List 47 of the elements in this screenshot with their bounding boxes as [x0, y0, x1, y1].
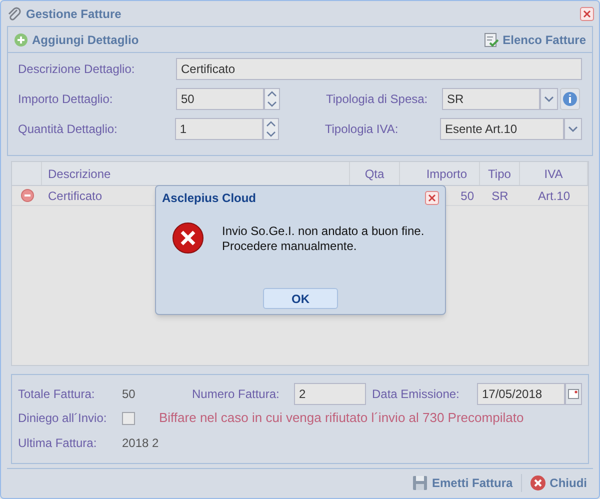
field-label: Numero Fattura: [192, 386, 280, 403]
field-label: Data Emissione: [372, 386, 460, 403]
error-icon [172, 222, 204, 254]
info-icon [560, 88, 580, 110]
close-icon [425, 191, 439, 205]
field-label: Tipologia IVA: [324, 121, 400, 138]
calendar-icon [565, 383, 582, 405]
spinner-arrows-icon [262, 118, 279, 140]
close-icon [580, 6, 594, 20]
invoice-list-button[interactable]: Elenco Fatture [482, 30, 586, 48]
field-label: Importo Dettaglio: [18, 91, 114, 108]
checkbox[interactable] [122, 412, 135, 424]
plus-circle-icon [14, 32, 28, 46]
dialog-title: Asclepius Cloud [162, 190, 256, 207]
table-cell-text: SR [490, 188, 510, 204]
table-cell-text: 50 [460, 188, 474, 204]
field-label: Descrizione Dettaglio: [18, 61, 136, 78]
field-label: Quantità Dettaglio: [18, 121, 118, 138]
close-button[interactable]: Chiudi [520, 474, 587, 492]
field-label: Ultima Fattura: [18, 435, 98, 452]
note-text: Biffare nel caso in cui venga rifiutato l´invio al 730 Precompilato [159, 409, 524, 428]
add-detail-button[interactable]: Aggiungi Dettaglio [14, 30, 139, 48]
close-circle-icon [530, 475, 546, 491]
last-invoice-value: 2018 2 [122, 435, 159, 452]
issue-invoice-button[interactable]: Emetti Fattura [412, 474, 513, 492]
field-label: Diniego all´Invio: [18, 410, 108, 427]
total-value: 50 [122, 386, 136, 403]
expense-type-dropdown[interactable]: SR [442, 88, 540, 110]
invoice-number-field[interactable]: 2 [294, 383, 366, 405]
table-cell-text: Art.10 [536, 188, 571, 204]
vat-type-dropdown[interactable]: Esente Art.10 [440, 118, 564, 140]
minus-circle-icon [20, 189, 34, 202]
table-cell: Certificato [48, 188, 102, 202]
column-header[interactable]: IVA [520, 162, 588, 185]
paperclip-icon [6, 6, 22, 22]
description-field[interactable]: Certificato [176, 58, 582, 80]
amount-field[interactable]: 50 [176, 88, 264, 110]
spinner-arrows-icon [264, 88, 280, 110]
column-header[interactable]: Tipo [480, 162, 520, 185]
quantity-field[interactable]: 1 [174, 118, 263, 140]
field-label: Tipologia di Spesa: [326, 91, 429, 108]
date-field[interactable]: 17/05/2018 [477, 383, 565, 405]
dialog-message: Invio So.Ge.I. non andato a buon fine. Procedere manualmente. [222, 224, 424, 254]
checklist-icon [482, 32, 499, 48]
ok-button[interactable]: OK [263, 288, 338, 309]
field-label: Totale Fattura: [18, 386, 96, 403]
window-title: Gestione Fatture [26, 6, 122, 22]
